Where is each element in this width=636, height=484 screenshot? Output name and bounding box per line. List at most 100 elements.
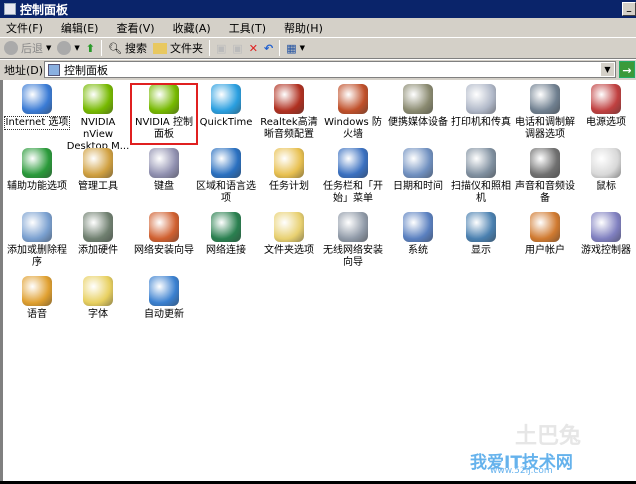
- item-label: 便携媒体设备: [388, 117, 448, 128]
- control-panel-item[interactable]: 辅助功能选项: [5, 148, 69, 193]
- control-panel-item[interactable]: 电源选项: [574, 84, 636, 129]
- item-label: 鼠标: [596, 181, 616, 192]
- item-label: 用户帐户: [525, 245, 565, 256]
- menu-help[interactable]: 帮助(H): [284, 20, 323, 36]
- fonts-icon: [83, 276, 113, 306]
- control-panel-item[interactable]: 任务计划: [257, 148, 321, 193]
- back-button[interactable]: 后退 ▼: [4, 40, 51, 56]
- up-button[interactable]: ⬆: [86, 42, 95, 55]
- control-panel-item[interactable]: 网络安装向导: [132, 212, 196, 257]
- control-panel-item[interactable]: QuickTime: [194, 84, 258, 129]
- minimize-button[interactable]: _: [622, 2, 636, 16]
- item-label: Internet 选项: [4, 116, 70, 130]
- item-label: 电话和调制解调器选项: [515, 117, 575, 140]
- search-icon: 🔍︎: [108, 41, 122, 55]
- control-panel-item[interactable]: 显示: [449, 212, 513, 257]
- quicktime-icon: [211, 84, 241, 114]
- control-panel-item[interactable]: 语音: [5, 276, 69, 321]
- delete-button[interactable]: ✕: [249, 42, 258, 55]
- sound-icon: [530, 148, 560, 178]
- item-label: 键盘: [154, 181, 174, 192]
- views-button[interactable]: ▦ ▼: [286, 42, 305, 55]
- item-label: QuickTime: [199, 117, 253, 128]
- item-label: Windows 防火墙: [324, 117, 382, 140]
- undo-button[interactable]: ↶: [264, 42, 273, 55]
- phone-modem-icon: [530, 84, 560, 114]
- folder-icon: [152, 42, 167, 54]
- menu-file[interactable]: 文件(F): [6, 20, 43, 36]
- control-panel-item[interactable]: 管理工具: [66, 148, 130, 193]
- control-panel-item[interactable]: 电话和调制解调器选项: [513, 84, 577, 141]
- address-label: 地址(D): [4, 64, 44, 77]
- control-panel-item[interactable]: 鼠标: [574, 148, 636, 193]
- control-panel-item[interactable]: 游戏控制器: [574, 212, 636, 257]
- folders-button[interactable]: 文件夹: [152, 40, 203, 56]
- control-panel-item[interactable]: 任务栏和「开始」菜单: [321, 148, 385, 205]
- control-panel-item[interactable]: 声音和音频设备: [513, 148, 577, 205]
- firewall-icon: [338, 84, 368, 114]
- control-panel-item[interactable]: 网络连接: [194, 212, 258, 257]
- control-panel-item[interactable]: 日期和时间: [386, 148, 450, 193]
- automatic-updates-icon: [149, 276, 179, 306]
- item-label: 显示: [471, 245, 491, 256]
- control-panel-item[interactable]: 文件夹选项: [257, 212, 321, 257]
- item-label: 添加硬件: [78, 245, 118, 256]
- control-panel-item[interactable]: 添加硬件: [66, 212, 130, 257]
- network-setup-icon: [149, 212, 179, 242]
- internet-options-icon: [22, 84, 52, 114]
- menu-edit[interactable]: 编辑(E): [61, 20, 99, 36]
- nvidia-nview-icon: [83, 84, 113, 114]
- menu-favorites[interactable]: 收藏(A): [173, 20, 211, 36]
- display-icon: [466, 212, 496, 242]
- item-label: 辅助功能选项: [7, 181, 67, 192]
- control-panel-item[interactable]: Windows 防火墙: [321, 84, 385, 141]
- control-panel-item[interactable]: 用户帐户: [513, 212, 577, 257]
- copy-to-button[interactable]: ▣: [232, 42, 242, 55]
- control-panel-item[interactable]: 字体: [66, 276, 130, 321]
- control-panel-item[interactable]: 便携媒体设备: [386, 84, 450, 129]
- title-bar: 控制面板 _: [0, 0, 636, 18]
- forward-button[interactable]: ▼: [57, 41, 80, 55]
- views-grid-icon: ▦: [286, 41, 297, 55]
- mouse-icon: [591, 148, 621, 178]
- forward-arrow-icon: [57, 41, 72, 55]
- address-bar: 地址(D) 控制面板 ▼ →: [0, 60, 636, 80]
- move-to-button[interactable]: ▣: [216, 42, 226, 55]
- menu-view[interactable]: 查看(V): [116, 20, 154, 36]
- control-panel-item[interactable]: NVIDIA nView Desktop M...: [66, 84, 130, 153]
- control-panel-item[interactable]: 自动更新: [132, 276, 196, 321]
- item-label: 游戏控制器: [581, 245, 631, 256]
- back-arrow-icon: [4, 41, 18, 55]
- toolbar-separator: [101, 40, 102, 56]
- date-time-icon: [403, 148, 433, 178]
- item-label: 字体: [88, 309, 108, 320]
- control-panel-item[interactable]: 键盘: [132, 148, 196, 193]
- item-label: 声音和音频设备: [515, 181, 575, 204]
- user-accounts-icon: [530, 212, 560, 242]
- search-button[interactable]: 🔍︎ 搜索: [108, 40, 147, 56]
- control-panel-item[interactable]: 扫描仪和照相机: [449, 148, 513, 205]
- item-label: 任务计划: [269, 181, 309, 192]
- move-to-icon: ▣: [215, 41, 227, 55]
- item-label: 网络安装向导: [134, 245, 194, 256]
- item-label: 扫描仪和照相机: [451, 181, 511, 204]
- go-button[interactable]: →: [619, 61, 635, 78]
- add-hardware-icon: [83, 212, 113, 242]
- accessibility-icon: [22, 148, 52, 178]
- address-dropdown-button[interactable]: ▼: [601, 63, 614, 76]
- menu-tools[interactable]: 工具(T): [229, 20, 266, 36]
- control-panel-item[interactable]: 无线网络安装向导: [321, 212, 385, 269]
- control-panel-item[interactable]: 系统: [386, 212, 450, 257]
- item-label: 打印机和传真: [451, 117, 511, 128]
- control-panel-item[interactable]: 添加或删除程序: [5, 212, 69, 269]
- address-input[interactable]: 控制面板 ▼: [44, 61, 616, 78]
- control-panel-item[interactable]: 区域和语言选项: [194, 148, 258, 205]
- control-panel-item[interactable]: Internet 选项: [4, 84, 70, 130]
- scanner-camera-icon: [466, 148, 496, 178]
- item-label: 文件夹选项: [264, 245, 314, 256]
- control-panel-item[interactable]: 打印机和传真: [449, 84, 513, 129]
- speech-icon: [22, 276, 52, 306]
- control-panel-item[interactable]: Realtek高清晰音频配置: [257, 84, 321, 141]
- control-panel-icon: [4, 3, 16, 15]
- item-label: 无线网络安装向导: [323, 245, 383, 268]
